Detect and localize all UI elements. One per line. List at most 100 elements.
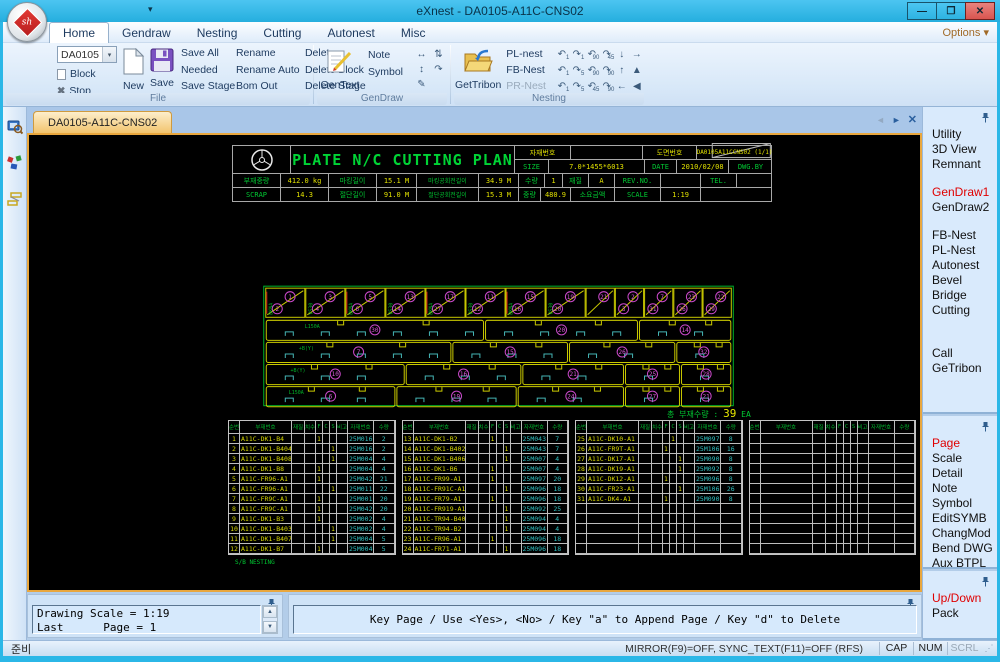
nesting-transform-icon[interactable]: ↷ 5	[569, 63, 585, 78]
gendraw-tool-icon[interactable]: ↕	[414, 62, 429, 77]
gendraw-tool-icon[interactable]: ↔	[414, 47, 429, 62]
nesting-transform-icon[interactable]: →	[629, 47, 644, 62]
part-browser-icon[interactable]	[5, 153, 25, 173]
tab-scroll-right-icon[interactable]: ►	[892, 115, 901, 125]
sidebar-item-up-down[interactable]: Up/Down	[923, 591, 997, 606]
nesting-transform-icon[interactable]: ↑	[614, 63, 629, 78]
nesting-transform-icon[interactable]: ↷ 90	[599, 63, 615, 78]
sidebar-item-getribon[interactable]: GeTribon	[923, 361, 997, 376]
gendraw-tool-icon[interactable]: ✎	[414, 77, 429, 92]
svg-text:2: 2	[275, 306, 279, 313]
pl-nest-button[interactable]: PL-nest	[506, 48, 554, 60]
scroll-down-icon[interactable]: ▼	[263, 621, 277, 633]
scroll-up-icon[interactable]: ▲	[263, 606, 277, 618]
svg-text:26: 26	[678, 306, 686, 313]
nesting-transform-icon[interactable]: ↷ 45	[599, 47, 615, 62]
table-cell	[843, 464, 851, 474]
document-tab[interactable]: DA0105-A11C-CNS02	[33, 111, 173, 133]
table-cell	[825, 484, 837, 494]
table-cell: 27	[576, 454, 587, 464]
sidebar-item-pack[interactable]: Pack	[923, 606, 997, 621]
tab-home[interactable]: Home	[49, 22, 110, 43]
maximize-button[interactable]: ❐	[936, 2, 966, 20]
sidebar-item-autonest[interactable]: Autonest	[923, 258, 997, 273]
sidebar-item-cutting[interactable]: Cutting	[923, 303, 997, 318]
gettribon-button[interactable]: GetTribon	[455, 45, 501, 94]
new-button[interactable]: New	[122, 45, 145, 97]
table-cell: A11C-DK1-B406	[413, 454, 466, 464]
sidebar-item-gendraw1[interactable]: GenDraw1	[923, 185, 997, 200]
sidebar-item-remnant[interactable]: Remnant	[923, 157, 997, 172]
scale-info-scrollbar[interactable]: ▲ ▼	[262, 605, 278, 634]
sidebar-item-fb-nest[interactable]: FB-Nest	[923, 228, 997, 243]
file-menu-item-rename-auto[interactable]: Rename Auto	[234, 62, 300, 79]
table-cell: F	[489, 421, 497, 434]
titlebar[interactable]: ▾ eXnest - DA0105-A11C-CNS02 — ❐ ✕	[0, 0, 1000, 22]
sidebar-item-symbol[interactable]: Symbol	[923, 496, 997, 511]
options-button[interactable]: Options ▾	[942, 26, 989, 39]
nesting-transform-icon[interactable]: ↶ 1	[554, 79, 570, 94]
sidebar-item-bevel[interactable]: Bevel	[923, 273, 997, 288]
sidebar-item-scale[interactable]: Scale	[923, 451, 997, 466]
nesting-transform-icon[interactable]: ↓	[614, 47, 629, 62]
sidebar-item-gendraw2[interactable]: GenDraw2	[923, 200, 997, 215]
save-button[interactable]: Save	[150, 45, 174, 97]
sidebar-item-editsymb[interactable]: EditSYMB	[923, 511, 997, 526]
nesting-transform-icon[interactable]: ↶ 45	[584, 79, 600, 94]
nesting-transform-icon[interactable]: ↶ 90	[584, 47, 600, 62]
app-logo-icon[interactable]: sh	[7, 2, 47, 42]
sidebar-item-aux-btpl[interactable]: Aux BTPL	[923, 556, 997, 571]
nesting-transform-icon[interactable]: ▲	[629, 63, 644, 78]
nesting-transform-icon[interactable]: ↶ 90	[584, 63, 600, 78]
resize-grip-icon[interactable]: ⋰	[981, 643, 997, 654]
nesting-transform-icon[interactable]: ←	[614, 79, 629, 94]
tab-misc[interactable]: Misc	[388, 22, 439, 43]
close-button[interactable]: ✕	[965, 2, 995, 20]
sidebar-item-call[interactable]: Call	[923, 346, 997, 361]
nesting-transform-icon[interactable]: ↶ 1	[554, 63, 570, 78]
gendraw-menu-item-note[interactable]: Note	[366, 47, 410, 64]
table-cell	[663, 434, 670, 444]
tab-scroll-left-icon[interactable]: ◄	[876, 115, 885, 125]
table-cell	[305, 464, 316, 474]
nest-browser-icon[interactable]	[5, 189, 25, 209]
sidebar-item-bridge[interactable]: Bridge	[923, 288, 997, 303]
tab-autonest[interactable]: Autonest	[314, 22, 387, 43]
table-cell	[510, 484, 522, 494]
gendraw-tool-icon[interactable]: ↷	[431, 62, 446, 77]
nesting-transform-icon[interactable]: ↷ 5	[569, 79, 585, 94]
drawing-canvas[interactable]: DKNA 1 2 VS30 3 4 DKNA 5 6 VS30 13 14 DKNA 17 27 VS30 11…	[27, 133, 922, 592]
fb-nest-button[interactable]: FB-Nest	[506, 64, 554, 76]
tab-gendraw[interactable]: Gendraw	[109, 22, 184, 43]
tab-nesting[interactable]: Nesting	[184, 22, 251, 43]
table-cell: 1	[316, 514, 323, 524]
document-close-icon[interactable]: ✕	[908, 113, 917, 126]
tab-cutting[interactable]: Cutting	[250, 22, 314, 43]
nesting-transform-icon[interactable]: ↶ 1	[554, 47, 570, 62]
table-cell	[292, 504, 305, 514]
file-menu-item-needed[interactable]: Needed	[179, 62, 229, 79]
sidebar-item-changmod[interactable]: ChangMod	[923, 526, 997, 541]
gendraw-menu-item-symbol[interactable]: Symbol	[366, 64, 410, 81]
block-name-combo[interactable]: DA0105 ▾	[57, 46, 117, 63]
gendraw-tool-icon[interactable]: ⇅	[431, 47, 446, 62]
sidebar-item-utility[interactable]: Utility	[923, 127, 997, 142]
sidebar-item-page[interactable]: Page	[923, 436, 997, 451]
nesting-transform-icon[interactable]: ↷ 1	[569, 47, 585, 62]
sidebar-item-3d-view[interactable]: 3D View	[923, 142, 997, 157]
table-cell: A11C-DK1-B8	[240, 464, 292, 474]
sidebar-item-detail[interactable]: Detail	[923, 466, 997, 481]
sidebar-item-bend-dwg[interactable]: Bend DWG	[923, 541, 997, 556]
sidebar-item-note[interactable]: Note	[923, 481, 997, 496]
file-menu-item-rename[interactable]: Rename	[234, 45, 298, 62]
gentext-button[interactable]: GenText	[318, 45, 362, 92]
block-button[interactable]: Block	[57, 68, 117, 80]
sidebar-item-pl-nest[interactable]: PL-Nest	[923, 243, 997, 258]
table-cell	[684, 434, 695, 444]
file-menu-item-save-all[interactable]: Save All	[179, 45, 229, 62]
minimize-button[interactable]: —	[907, 2, 937, 20]
combo-arrow-icon[interactable]: ▾	[101, 47, 116, 62]
nesting-transform-icon[interactable]: ↷ 90	[599, 79, 615, 94]
nesting-transform-icon[interactable]: ◀	[629, 79, 644, 94]
view-manager-icon[interactable]	[5, 117, 25, 137]
